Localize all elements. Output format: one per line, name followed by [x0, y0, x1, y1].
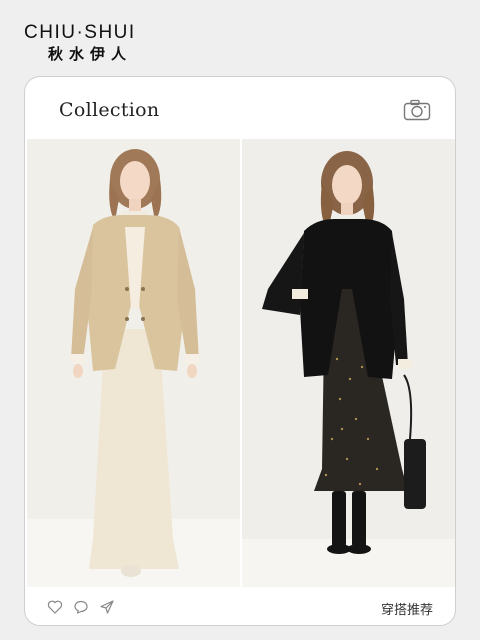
- camera-icon[interactable]: [403, 99, 431, 121]
- brand-logo: CHIU·SHUI 秋水伊人: [24, 22, 136, 64]
- card-title: Collection: [59, 99, 160, 121]
- photo-beige-blazer-look[interactable]: [27, 139, 240, 587]
- share-icon[interactable]: [99, 599, 115, 615]
- brand-name-cn: 秋水伊人: [48, 45, 133, 63]
- heart-icon[interactable]: [47, 599, 63, 615]
- collection-card: Collection 穿搭推荐: [24, 76, 456, 626]
- brand-name-en: CHIU·SHUI: [24, 22, 136, 43]
- photo-black-blazer-look[interactable]: [242, 139, 455, 587]
- comment-icon[interactable]: [73, 599, 89, 615]
- card-footer: 穿搭推荐: [25, 589, 455, 625]
- outfit-recommendation-label[interactable]: 穿搭推荐: [381, 599, 433, 618]
